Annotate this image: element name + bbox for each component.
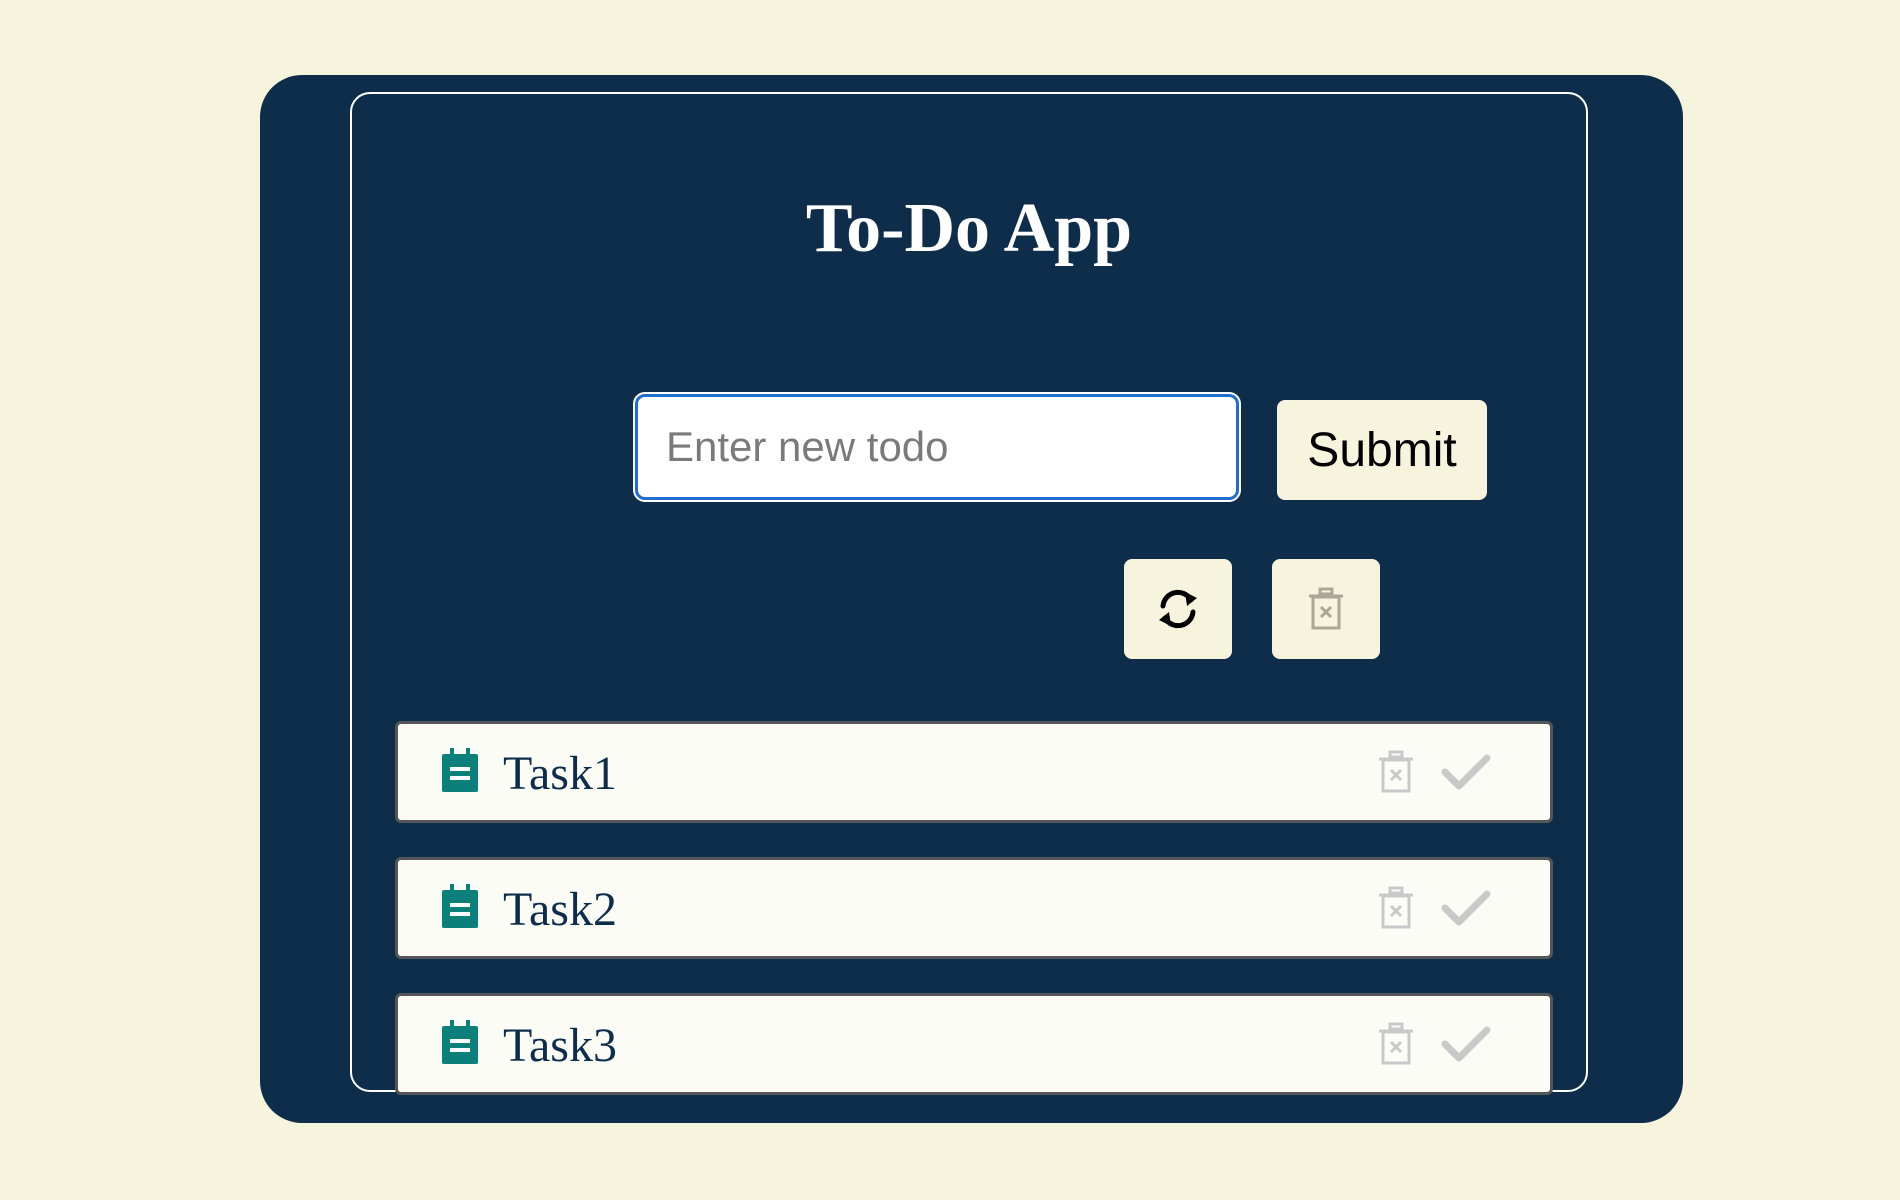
submit-button[interactable]: Submit <box>1277 400 1487 500</box>
app-frame: To-Do App Submit <box>350 92 1588 1095</box>
check-icon[interactable] <box>1441 1024 1491 1064</box>
todo-item[interactable]: Task3 <box>395 993 1553 1095</box>
trash-icon <box>1309 587 1343 630</box>
task-label: Task3 <box>503 1019 617 1072</box>
clear-all-button[interactable] <box>1272 559 1380 659</box>
delete-icon[interactable] <box>1376 886 1416 930</box>
todo-item[interactable]: Task2 <box>395 857 1553 959</box>
todo-item[interactable]: Task1 <box>395 721 1553 823</box>
task-label: Task1 <box>503 747 617 800</box>
check-icon[interactable] <box>1441 752 1491 792</box>
app-card: To-Do App Submit <box>260 75 1683 1123</box>
page-title: To-Do App <box>805 190 1133 267</box>
refresh-icon <box>1159 589 1197 629</box>
new-todo-input[interactable] <box>633 392 1241 502</box>
delete-icon[interactable] <box>1376 750 1416 794</box>
delete-icon[interactable] <box>1376 1022 1416 1066</box>
refresh-button[interactable] <box>1124 559 1232 659</box>
note-icon <box>442 1020 478 1064</box>
note-icon <box>442 748 478 792</box>
check-icon[interactable] <box>1441 888 1491 928</box>
todo-list: Task1 Task2 Task3 <box>395 721 1553 1129</box>
task-label: Task2 <box>503 883 617 936</box>
note-icon <box>442 884 478 928</box>
